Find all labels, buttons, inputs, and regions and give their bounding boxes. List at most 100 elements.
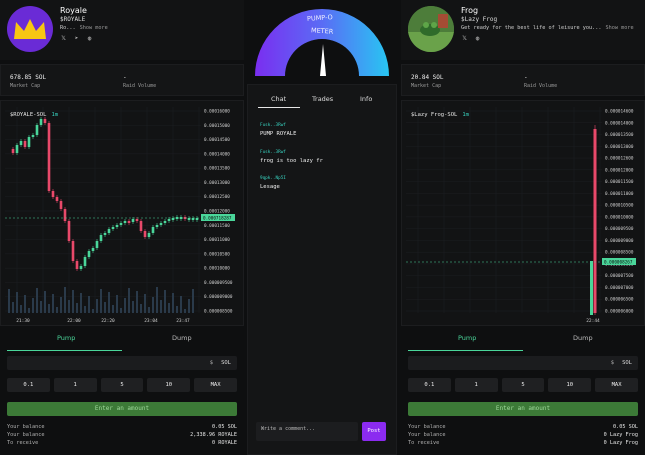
- amount-input[interactable]: $ SOL: [7, 356, 237, 370]
- comment-placeholder: Write a comment...: [261, 426, 316, 432]
- candle-body: [27, 137, 31, 147]
- market-cap-label: Market Cap: [10, 83, 41, 89]
- message-user[interactable]: 9qpk..Np5I: [260, 176, 286, 181]
- comment-input[interactable]: Write a comment...: [256, 422, 358, 441]
- x-tick-label: 22:44: [586, 318, 600, 324]
- volume-bar: [48, 304, 50, 313]
- trade-tabs: Pump Dump: [7, 330, 237, 352]
- amount-input[interactable]: $ SOL: [408, 356, 638, 370]
- preset-max-button[interactable]: MAX: [595, 378, 638, 392]
- tab-chat[interactable]: Chat: [271, 95, 286, 103]
- y-tick-label: 0.000014600: [605, 109, 634, 115]
- candle-body: [115, 225, 119, 227]
- social-links: 𝕏 ➤ ◍: [60, 35, 93, 42]
- show-more-link[interactable]: Show more: [80, 25, 108, 31]
- y-tick-label: 0.00011000: [204, 237, 230, 243]
- center-panel: PUMP-O METER Chat Trades Info Fusk..3Rwf…: [247, 0, 397, 455]
- token-header: Frog $Lazy Frog Get ready for the best l…: [401, 0, 645, 60]
- volume-bar: [80, 293, 82, 313]
- amount-symbol: $: [610, 360, 614, 366]
- telegram-icon[interactable]: ➤: [73, 35, 80, 42]
- market-cap-label: Market Cap: [411, 83, 442, 89]
- candle-body: [171, 218, 175, 220]
- balance-row: To receive 0 Lazy Frog: [408, 440, 638, 448]
- candle-body: [143, 231, 147, 237]
- price-chart[interactable]: 0.000014600 0.000014000 0.000013500 0.00001…: [401, 100, 645, 326]
- volume-bar: [8, 289, 10, 313]
- enter-amount-button[interactable]: Enter an amount: [408, 402, 638, 416]
- tab-dump[interactable]: Dump: [573, 334, 593, 342]
- preset-button[interactable]: 10: [548, 378, 592, 392]
- tab-dump[interactable]: Dump: [172, 334, 192, 342]
- balance-label: To receive: [7, 440, 39, 446]
- show-more-link[interactable]: Show more: [606, 25, 634, 31]
- preset-button[interactable]: 5: [100, 378, 144, 392]
- tab-pump[interactable]: Pump: [57, 334, 75, 342]
- x-icon[interactable]: 𝕏: [461, 35, 468, 42]
- preset-button[interactable]: 1: [53, 378, 97, 392]
- y-tick-label: 0.00014000: [204, 151, 230, 157]
- balance-label: Your balance: [408, 424, 446, 430]
- frog-image-icon: [408, 6, 454, 52]
- timeframe-label[interactable]: 1m: [51, 112, 58, 118]
- y-tick-label: 0.000011500: [605, 179, 634, 185]
- tab-pump[interactable]: Pump: [458, 334, 476, 342]
- chart-pair: $Lazy Frog-SOL 1m: [411, 112, 469, 118]
- volume-bar: [120, 308, 122, 313]
- token-avatar[interactable]: [408, 6, 454, 52]
- tab-trades[interactable]: Trades: [312, 95, 333, 103]
- trade-tabs: Pump Dump: [408, 330, 638, 352]
- candle-body: [19, 141, 23, 145]
- y-tick-label: 0.00010500: [204, 251, 230, 257]
- price-tag-label: 0.000008267: [604, 260, 633, 266]
- timeframe-label[interactable]: 1m: [462, 112, 469, 118]
- website-icon[interactable]: ◍: [474, 35, 481, 42]
- volume-bar: [32, 298, 34, 313]
- y-tick-label: 0.000012600: [605, 156, 634, 162]
- website-icon[interactable]: ◍: [86, 35, 93, 42]
- preset-button[interactable]: 10: [147, 378, 191, 392]
- candlestick-chart[interactable]: 0.000014600 0.000014000 0.000013500 0.00001…: [402, 101, 645, 327]
- candle-body: [83, 257, 87, 266]
- volume-bar: [172, 293, 174, 313]
- candle-body: [59, 201, 63, 209]
- y-tick-label: 0.000009000: [204, 294, 233, 300]
- candle-body: [47, 123, 51, 191]
- token-description: Ro... Show more: [60, 25, 108, 31]
- preset-button[interactable]: 0.1: [408, 378, 451, 392]
- volume-bar: [16, 292, 18, 313]
- volume-bar: [108, 292, 110, 313]
- candle-body: [151, 227, 155, 233]
- message-text: frog is too lazy fr: [260, 158, 323, 164]
- preset-button[interactable]: 1: [454, 378, 498, 392]
- candle-body: [99, 235, 103, 241]
- volume-bar: [68, 300, 70, 313]
- message-user[interactable]: Fusk..3Rwf: [260, 150, 323, 155]
- volume-bar: [124, 298, 126, 313]
- token-avatar[interactable]: [7, 6, 53, 52]
- active-tab-indicator: [408, 350, 523, 351]
- candlestick-chart[interactable]: 0.00016000 0.00015000 0.00014500 0.00014000…: [1, 101, 245, 327]
- balance-value: 2,338.96 ROYALE: [190, 432, 237, 438]
- preset-max-button[interactable]: MAX: [194, 378, 237, 392]
- x-icon[interactable]: 𝕏: [60, 35, 67, 42]
- balance-row: To receive 0 ROYALE: [7, 440, 237, 448]
- token-header: Royale $ROYALE Ro... Show more 𝕏 ➤ ◍: [0, 0, 244, 60]
- message-user[interactable]: Fusk..3Rwf: [260, 123, 296, 128]
- volume-bar: [152, 297, 154, 313]
- chart-pair: $ROYALE-SOL 1m: [10, 112, 58, 118]
- candle-body: [139, 221, 143, 231]
- tab-info[interactable]: Info: [360, 95, 372, 103]
- volume-bar: [28, 308, 30, 313]
- y-tick-label: 0.000007000: [605, 285, 634, 291]
- volume-bar: [72, 290, 74, 313]
- preset-button[interactable]: 5: [501, 378, 545, 392]
- price-chart[interactable]: 0.00016000 0.00015000 0.00014500 0.00014000…: [0, 100, 244, 326]
- enter-amount-button[interactable]: Enter an amount: [7, 402, 237, 416]
- volume-bar: [168, 303, 170, 313]
- balance-summary: Your balance 0.05 SOL Your balance 2,338.9…: [7, 424, 237, 448]
- preset-button[interactable]: 0.1: [7, 378, 50, 392]
- volume-bar: [128, 288, 130, 313]
- post-button[interactable]: Post: [362, 422, 386, 441]
- x-tick-label: 21:30: [16, 318, 30, 324]
